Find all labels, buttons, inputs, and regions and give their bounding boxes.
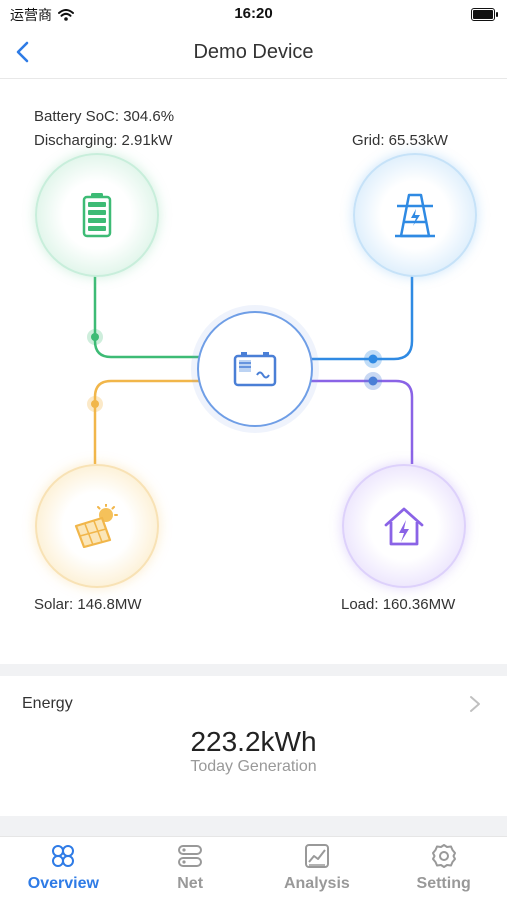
nav-bar: Demo Device (0, 28, 507, 79)
battery-flow-line (93, 273, 200, 359)
status-time: 16:20 (234, 5, 273, 22)
tab-label: Setting (416, 875, 471, 892)
analysis-icon (304, 844, 329, 868)
tab-overview[interactable]: Overview (0, 837, 127, 901)
tab-analysis[interactable]: Analysis (254, 837, 381, 901)
tab-bar: Overview Net Analysis Setting (0, 836, 507, 901)
load-node[interactable] (342, 464, 466, 588)
solar-panel-icon (74, 504, 118, 548)
net-icon (178, 845, 203, 867)
page-title: Demo Device (193, 41, 314, 63)
solar-flow-line (93, 379, 200, 464)
inverter-node[interactable] (197, 311, 313, 427)
section-divider (0, 816, 507, 836)
load-label: Load: 160.36MW (341, 596, 456, 613)
load-flow-line (307, 379, 414, 464)
battery-node[interactable] (35, 153, 159, 277)
overview-icon (52, 845, 75, 867)
grid-node[interactable] (353, 153, 477, 277)
battery-icon (82, 193, 112, 238)
energy-label: Energy (22, 695, 73, 712)
status-bar: 运营商 16:20 (0, 0, 507, 28)
tab-label: Analysis (283, 875, 350, 892)
power-tower-icon (395, 193, 435, 238)
tab-label: Overview (27, 875, 99, 892)
battery-discharge-label: Discharging: 2.91kW (34, 132, 173, 149)
energy-card[interactable]: Energy 223.2kWh Today Generation (0, 676, 507, 816)
grid-flow-line (307, 273, 414, 361)
inverter-icon (233, 352, 277, 387)
energy-subtitle: Today Generation (190, 758, 317, 775)
tab-setting[interactable]: Setting (380, 837, 507, 901)
tab-label: Net (177, 875, 204, 892)
battery-soc-label: Battery SoC: 304.6% (34, 108, 175, 125)
solar-label: Solar: 146.8MW (34, 596, 142, 613)
tab-net[interactable]: Net (127, 837, 254, 901)
energy-value: 223.2kWh (190, 726, 317, 757)
section-divider (0, 664, 507, 676)
chevron-right-icon (470, 696, 480, 712)
battery-status-icon (471, 8, 498, 21)
grid-label: Grid: 65.53kW (352, 132, 448, 149)
setting-icon (431, 844, 456, 868)
solar-node[interactable] (35, 464, 159, 588)
energy-flow-diagram: Battery SoC: 304.6% Discharging: 2.91kW … (0, 79, 507, 664)
home-load-icon (384, 507, 424, 546)
